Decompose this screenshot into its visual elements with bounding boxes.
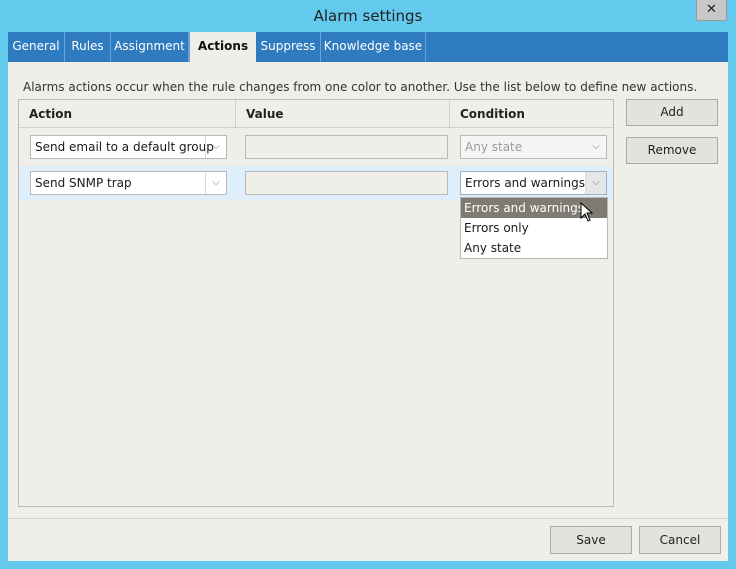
title-bar: Alarm settings ✕ <box>0 0 736 32</box>
column-header-value[interactable]: Value <box>236 100 450 128</box>
add-button[interactable]: Add <box>626 99 718 126</box>
condition-select-value: Any state <box>465 140 523 154</box>
alarm-settings-window: Alarm settings ✕ General Rules Assignmen… <box>0 0 736 569</box>
chevron-down-icon: ⌵ <box>592 141 600 152</box>
chevron-down-icon[interactable]: ⌵ <box>205 136 226 158</box>
actions-panel: Alarms actions occur when the rule chang… <box>8 62 728 518</box>
tab-actions[interactable]: Actions <box>189 32 256 62</box>
remove-button[interactable]: Remove <box>626 137 718 164</box>
save-button[interactable]: Save <box>550 526 632 554</box>
condition-select-value: Errors and warnings <box>465 176 586 190</box>
action-select-value: Send email to a default group <box>35 140 214 154</box>
column-header-condition[interactable]: Condition <box>450 100 613 128</box>
dropdown-option-any-state[interactable]: Any state <box>461 238 607 258</box>
close-button[interactable]: ✕ <box>696 0 727 21</box>
tab-suppress[interactable]: Suppress <box>256 32 321 62</box>
action-select-value: Send SNMP trap <box>35 176 132 190</box>
tab-general[interactable]: General <box>8 32 65 62</box>
chevron-down-icon[interactable]: ⌵ <box>205 172 226 194</box>
table-row-selected[interactable]: Send SNMP trap ⌵ Errors and warnings ⌵ <box>19 166 613 200</box>
table-row[interactable]: Send email to a default group ⌵ Any stat… <box>19 130 613 164</box>
value-field[interactable] <box>245 135 448 159</box>
condition-dropdown-list: Errors and warnings Errors only Any stat… <box>460 197 608 259</box>
window-title: Alarm settings <box>313 7 423 25</box>
close-icon: ✕ <box>706 2 717 17</box>
tab-assignment[interactable]: Assignment <box>111 32 189 62</box>
value-field[interactable] <box>245 171 448 195</box>
tab-rules[interactable]: Rules <box>65 32 111 62</box>
action-select[interactable]: Send email to a default group ⌵ <box>30 135 227 159</box>
tab-knowledge-base[interactable]: Knowledge base <box>321 32 426 62</box>
mouse-pointer-icon <box>580 202 594 222</box>
dialog-footer: Save Cancel <box>8 518 728 561</box>
cancel-button[interactable]: Cancel <box>639 526 721 554</box>
column-header-action[interactable]: Action <box>19 100 236 128</box>
tab-bar: General Rules Assignment Actions Suppres… <box>8 32 728 62</box>
condition-select: Any state ⌵ <box>460 135 607 159</box>
chevron-down-icon[interactable]: ⌵ <box>585 172 606 194</box>
condition-select-open[interactable]: Errors and warnings ⌵ <box>460 171 607 195</box>
actions-grid: Action Value Condition Send email to a d… <box>18 99 614 507</box>
action-select[interactable]: Send SNMP trap ⌵ <box>30 171 227 195</box>
actions-description: Alarms actions occur when the rule chang… <box>23 80 698 94</box>
